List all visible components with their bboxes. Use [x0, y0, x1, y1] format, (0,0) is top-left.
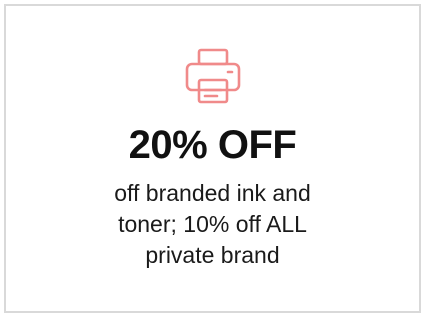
promo-description: off branded ink and toner; 10% off ALL p…	[63, 178, 363, 271]
discount-headline: 20% OFF	[128, 123, 297, 167]
description-line: toner; 10% off ALL	[118, 211, 307, 237]
promo-card[interactable]: 20% OFF off branded ink and toner; 10% o…	[4, 4, 421, 313]
printer-icon	[181, 46, 245, 108]
description-line: private brand	[145, 242, 280, 268]
description-line: off branded ink and	[114, 180, 311, 206]
